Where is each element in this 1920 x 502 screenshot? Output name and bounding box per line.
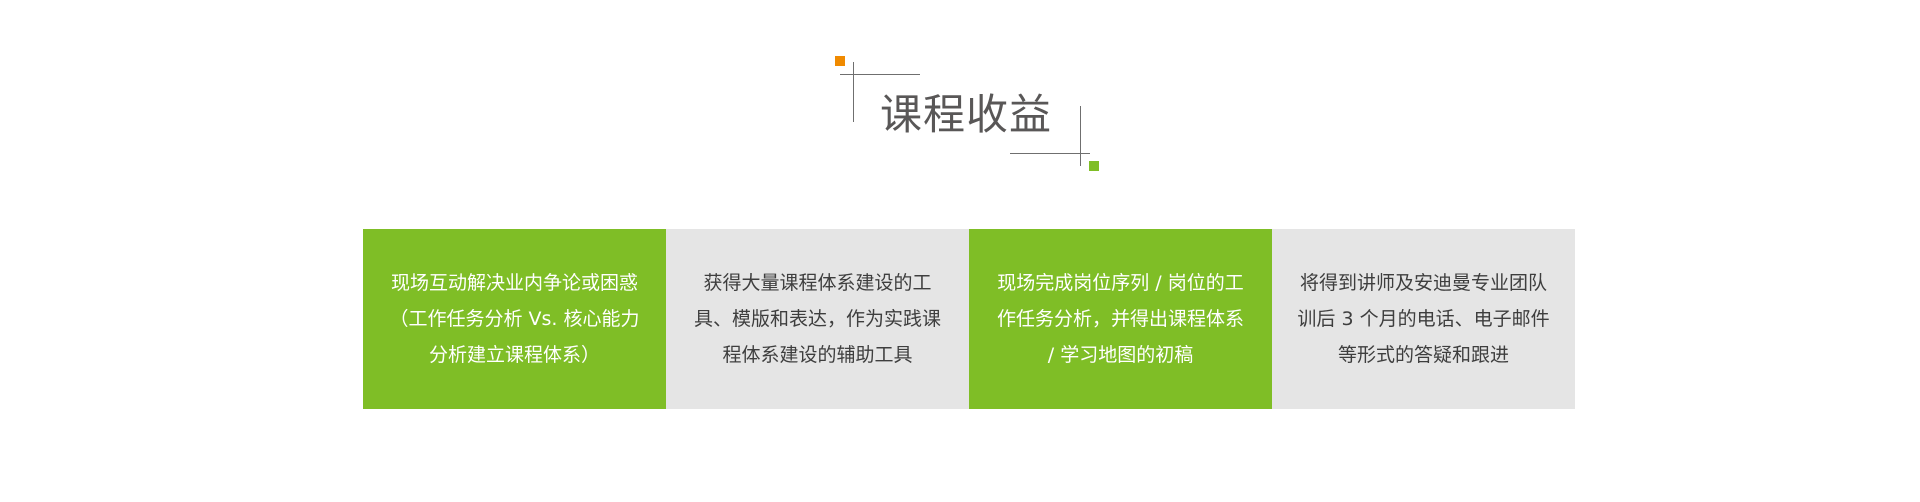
corner-line-decoration xyxy=(853,62,854,122)
orange-square-decoration xyxy=(835,56,845,66)
green-square-decoration xyxy=(1089,161,1099,171)
section-header: 课程收益 xyxy=(0,0,1920,180)
benefit-card-text: 现场互动解决业内争论或困惑（工作任务分析 Vs. 核心能力分析建立课程体系） xyxy=(389,272,640,366)
corner-line-decoration xyxy=(840,74,920,75)
benefit-card-text: 现场完成岗位序列 / 岗位的工作任务分析，并得出课程体系 / 学习地图的初稿 xyxy=(996,272,1244,366)
corner-line-decoration xyxy=(1010,153,1090,154)
benefit-card-text: 获得大量课程体系建设的工具、模版和表达，作为实践课程体系建设的辅助工具 xyxy=(693,272,941,366)
section-title: 课程收益 xyxy=(880,90,1053,139)
benefit-card-2: 获得大量课程体系建设的工具、模版和表达，作为实践课程体系建设的辅助工具 xyxy=(666,229,969,409)
corner-line-decoration xyxy=(1080,106,1081,166)
benefit-card-4: 将得到讲师及安迪曼专业团队训后 3 个月的电话、电子邮件等形式的答疑和跟进 xyxy=(1272,229,1575,409)
benefit-card-text: 将得到讲师及安迪曼专业团队训后 3 个月的电话、电子邮件等形式的答疑和跟进 xyxy=(1297,272,1550,366)
benefit-cards: 现场互动解决业内争论或困惑（工作任务分析 Vs. 核心能力分析建立课程体系） 获… xyxy=(363,229,1575,409)
benefit-card-3: 现场完成岗位序列 / 岗位的工作任务分析，并得出课程体系 / 学习地图的初稿 xyxy=(969,229,1272,409)
benefit-card-1: 现场互动解决业内争论或困惑（工作任务分析 Vs. 核心能力分析建立课程体系） xyxy=(363,229,666,409)
